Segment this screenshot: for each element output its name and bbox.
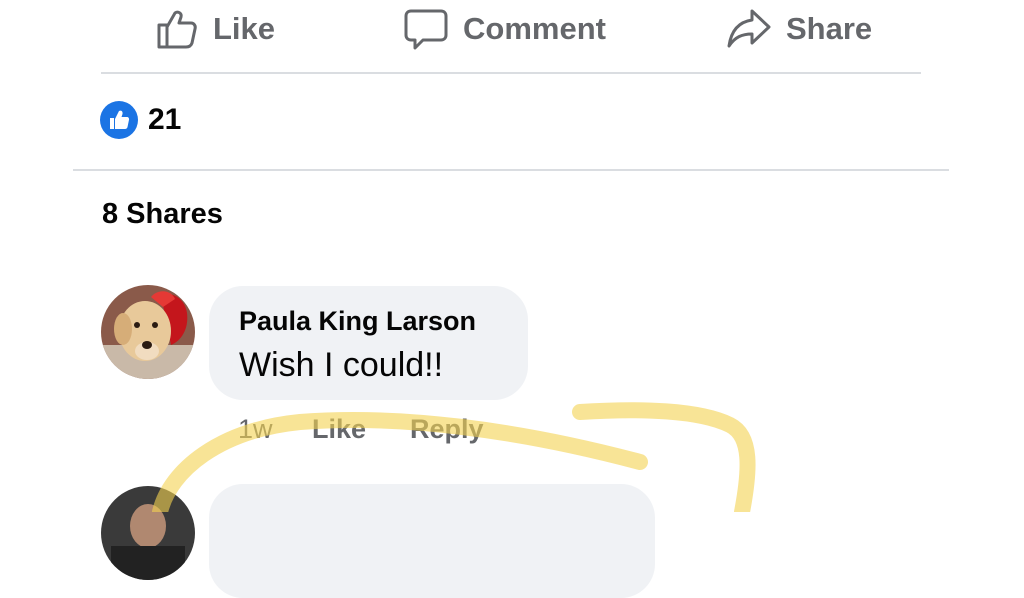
highlighter-scribble [152,402,756,512]
